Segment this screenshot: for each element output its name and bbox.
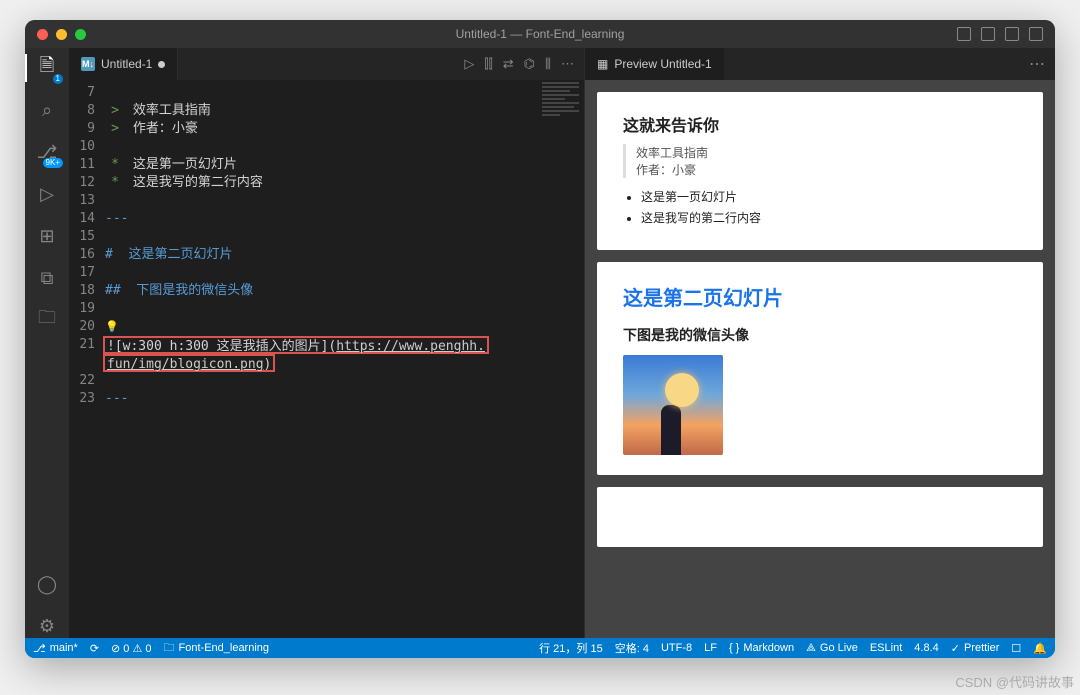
code-line[interactable] bbox=[105, 228, 538, 246]
extensions-icon[interactable]: ⊞ bbox=[35, 224, 59, 248]
status-indent[interactable]: 空格: 4 bbox=[615, 640, 649, 656]
code-line[interactable]: --- bbox=[105, 210, 538, 228]
preview-group: ▦ Preview Untitled-1 ⋯ 这就来告诉你 效率工具指南 作者：… bbox=[585, 48, 1055, 638]
code-line[interactable] bbox=[105, 84, 538, 102]
slide2-image bbox=[623, 355, 723, 455]
settings-icon[interactable]: ⚙ bbox=[35, 614, 59, 638]
code-line[interactable]: * 这是我写的第二行内容 bbox=[105, 174, 538, 192]
preview-content[interactable]: 这就来告诉你 效率工具指南 作者：小豪 这是第一页幻灯片 这是我写的第二行内容 … bbox=[585, 80, 1055, 638]
line-numbers: 7891011121314151617181920212223 bbox=[69, 80, 105, 638]
run-cell-icon[interactable]: ▷ bbox=[464, 56, 474, 72]
tab-label: Untitled-1 bbox=[101, 57, 152, 71]
code-line[interactable]: ![w:300 h:300 这是我插入的图片](https://www.peng… bbox=[105, 336, 538, 354]
slide1-bullet1: 这是第一页幻灯片 bbox=[641, 188, 1017, 205]
code-line[interactable]: --- bbox=[105, 390, 538, 408]
code-line[interactable]: > 效率工具指南 bbox=[105, 102, 538, 120]
watermark: CSDN @代码讲故事 bbox=[955, 672, 1074, 691]
status-bell-icon[interactable]: 🔔 bbox=[1033, 640, 1047, 656]
code-content[interactable]: > 效率工具指南> 作者：小豪 * 这是第一页幻灯片* 这是我写的第二行内容 ---… bbox=[105, 80, 538, 638]
code-line[interactable] bbox=[105, 138, 538, 156]
status-bar: ⎇ main* ⟳ ⊘ 0 ⚠ 0 🗀 Font-End_learning 行 … bbox=[25, 638, 1055, 658]
status-feedback-icon[interactable]: ☐ bbox=[1011, 640, 1021, 656]
slide2-heading: 这是第二页幻灯片 bbox=[623, 282, 1017, 311]
preview-icon[interactable]: ⌬ bbox=[524, 56, 535, 72]
app-window: Untitled-1 — Font-End_learning 🗎1 ⌕ ⎇9K+… bbox=[25, 20, 1055, 658]
diff-icon[interactable]: ⇄ bbox=[503, 56, 514, 72]
editor-actions: ▷ ⫿⫿ ⇄ ⌬ ⫼ ⋯ bbox=[464, 56, 584, 72]
status-golive[interactable]: ⟁ Go Live bbox=[806, 640, 858, 656]
editor-tabs: M↓ Untitled-1 ▷ ⫿⫿ ⇄ ⌬ ⫼ ⋯ bbox=[69, 48, 584, 80]
minimap[interactable] bbox=[538, 80, 584, 638]
activity-bar: 🗎1 ⌕ ⎇9K+ ▷ ⊞ ⧉ 🗀 ◯ ⚙ bbox=[25, 48, 69, 638]
remote-icon[interactable]: ⧉ bbox=[35, 266, 59, 290]
markdown-file-icon: M↓ bbox=[81, 57, 95, 71]
account-icon[interactable]: ◯ bbox=[35, 572, 59, 596]
text-editor[interactable]: 7891011121314151617181920212223 > 效率工具指南… bbox=[69, 80, 584, 638]
editor-tab-untitled[interactable]: M↓ Untitled-1 bbox=[69, 48, 178, 80]
explorer-icon[interactable]: 🗎1 bbox=[35, 56, 59, 80]
status-version[interactable]: 4.8.4 bbox=[914, 640, 938, 656]
code-line[interactable] bbox=[105, 300, 538, 318]
status-sync[interactable]: ⟳ bbox=[90, 642, 99, 655]
layout-icon[interactable]: ⫼ bbox=[545, 56, 551, 72]
code-line[interactable]: fun/img/blogicon.png) bbox=[105, 354, 538, 372]
status-language[interactable]: { } Markdown bbox=[729, 640, 794, 656]
code-line[interactable] bbox=[105, 264, 538, 282]
slide1-title: 这就来告诉你 bbox=[623, 112, 1017, 136]
code-line[interactable]: # 这是第二页幻灯片 bbox=[105, 246, 538, 264]
code-line[interactable]: * 这是第一页幻灯片 bbox=[105, 156, 538, 174]
code-line[interactable] bbox=[105, 192, 538, 210]
folder-icon[interactable]: 🗀 bbox=[35, 308, 59, 332]
status-problems[interactable]: ⊘ 0 ⚠ 0 bbox=[111, 642, 151, 655]
preview-tab-label: Preview Untitled-1 bbox=[614, 57, 711, 71]
run-icon[interactable]: ▷ bbox=[35, 182, 59, 206]
search-icon[interactable]: ⌕ bbox=[35, 98, 59, 122]
unsaved-indicator-icon bbox=[158, 61, 165, 68]
more-icon[interactable]: ⋯ bbox=[561, 56, 574, 72]
split-icon[interactable]: ⫿⫿ bbox=[484, 56, 492, 72]
status-encoding[interactable]: UTF-8 bbox=[661, 640, 692, 656]
slide2-subheading: 下图是我的微信头像 bbox=[623, 325, 1017, 345]
preview-file-icon: ▦ bbox=[597, 57, 608, 71]
status-eol[interactable]: LF bbox=[704, 640, 717, 656]
status-eslint[interactable]: ESLint bbox=[870, 640, 902, 656]
slide-1: 这就来告诉你 效率工具指南 作者：小豪 这是第一页幻灯片 这是我写的第二行内容 bbox=[597, 92, 1043, 250]
preview-tab[interactable]: ▦ Preview Untitled-1 bbox=[585, 48, 724, 80]
titlebar: Untitled-1 — Font-End_learning bbox=[25, 20, 1055, 48]
code-line[interactable]: ## 下图是我的微信头像 bbox=[105, 282, 538, 300]
slide-2: 这是第二页幻灯片 下图是我的微信头像 bbox=[597, 262, 1043, 475]
code-line[interactable]: 💡 bbox=[105, 318, 538, 336]
slide-3 bbox=[597, 487, 1043, 547]
code-line[interactable]: > 作者：小豪 bbox=[105, 120, 538, 138]
source-control-icon[interactable]: ⎇9K+ bbox=[35, 140, 59, 164]
window-title: Untitled-1 — Font-End_learning bbox=[25, 27, 1055, 41]
status-prettier[interactable]: ✓ Prettier bbox=[951, 640, 1000, 656]
preview-more-icon[interactable]: ⋯ bbox=[1029, 54, 1055, 74]
slide1-meta2: 作者：小豪 bbox=[636, 161, 1017, 178]
slide1-bullet2: 这是我写的第二行内容 bbox=[641, 209, 1017, 226]
status-branch[interactable]: ⎇ main* bbox=[33, 642, 78, 655]
editor-group: M↓ Untitled-1 ▷ ⫿⫿ ⇄ ⌬ ⫼ ⋯ 7891011121314… bbox=[69, 48, 584, 638]
slide1-meta1: 效率工具指南 bbox=[636, 144, 1017, 161]
preview-tabs: ▦ Preview Untitled-1 ⋯ bbox=[585, 48, 1055, 80]
status-folder[interactable]: 🗀 Font-End_learning bbox=[164, 639, 270, 658]
code-line[interactable] bbox=[105, 372, 538, 390]
status-cursor[interactable]: 行 21，列 15 bbox=[539, 640, 603, 656]
